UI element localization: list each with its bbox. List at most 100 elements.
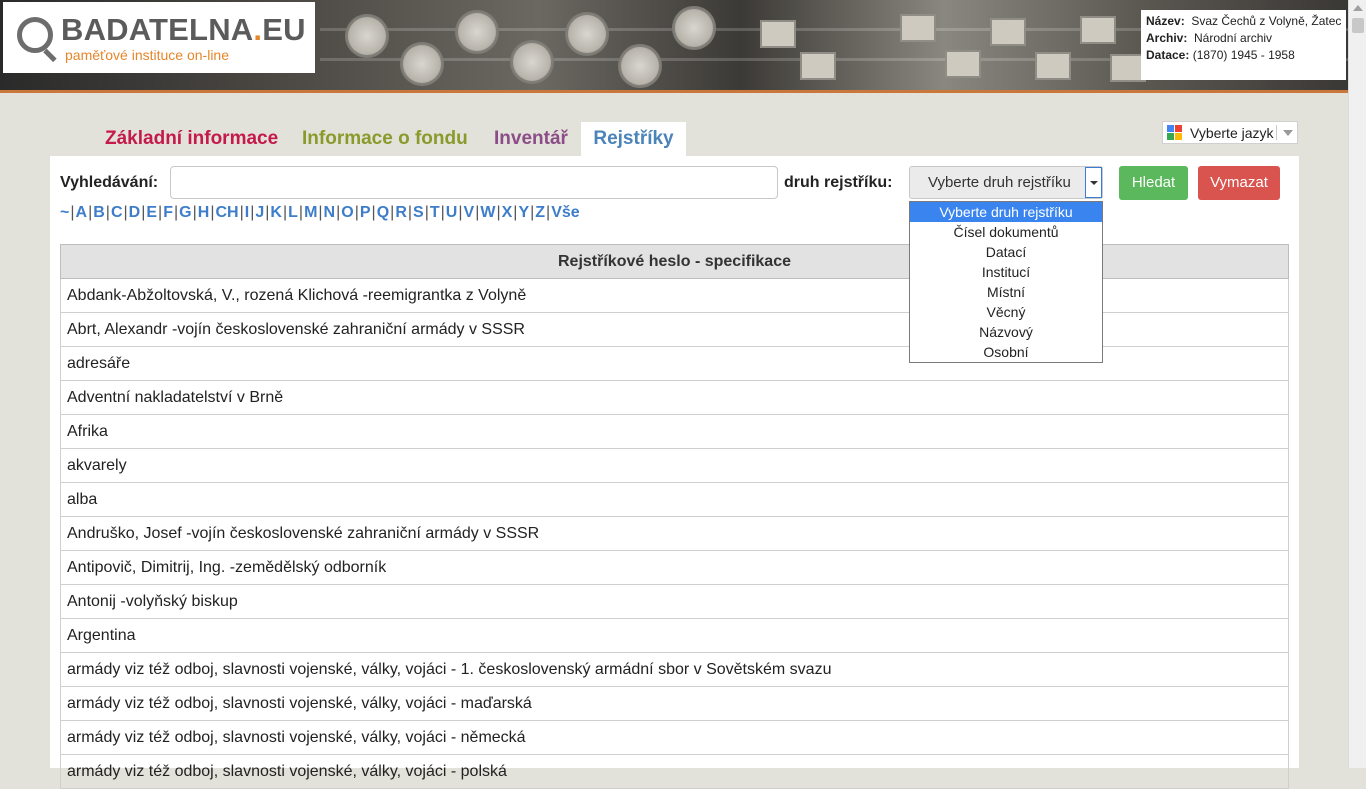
alphabet-letter[interactable]: L [288,204,298,221]
alphabet-letter[interactable]: J [255,204,264,221]
table-row[interactable]: Antipovič, Dimitrij, Ing. -zemědělský od… [60,550,1289,585]
register-type-option[interactable]: Věcný [910,302,1102,322]
register-type-option[interactable]: Čísel dokumentů [910,222,1102,242]
register-type-option[interactable]: Místní [910,282,1102,302]
table-cell: Afrika [60,414,1289,449]
alphabet-letter[interactable]: R [395,204,407,221]
alphabet-letter[interactable]: E [146,204,157,221]
table-cell: Adventní nakladatelství v Brně [60,380,1289,415]
table-cell: akvarely [60,448,1289,483]
nazev-label: Název: [1146,14,1185,28]
alphabet-letter[interactable]: D [129,204,141,221]
table-row[interactable]: Afrika [60,414,1289,449]
table-row[interactable]: Argentina [60,618,1289,653]
search-button[interactable]: Hledat [1119,166,1188,200]
alphabet-letter[interactable]: ~ [60,204,69,221]
logo-tagline: paměťové instituce on-line [65,47,230,63]
clear-button[interactable]: Vymazat [1198,166,1280,200]
register-type-dropdown[interactable]: Vyberte druh rejstříku Čísel dokumentů D… [909,201,1103,363]
tab-rejstriky[interactable]: Rejstříky [581,122,686,156]
table-row[interactable]: Abrt, Alexandr -vojín československé zah… [60,312,1289,347]
alphabet-letter[interactable]: T [430,204,440,221]
table-cell: armády viz též odboj, slavnosti vojenské… [60,754,1289,789]
table-row[interactable]: Antonij -volyňský biskup [60,584,1289,619]
magnifier-icon [17,17,53,53]
logo-name: BADATELNA.EU [61,12,306,47]
table-cell: armády viz též odboj, slavnosti vojenské… [60,652,1289,687]
table-cell: Abdank-Abžoltovská, V., rozená Klichová … [60,278,1289,313]
register-type-label: druh rejstříku: [784,174,893,191]
table-row[interactable]: Abdank-Abžoltovská, V., rozená Klichová … [60,278,1289,313]
site-header: BADATELNA.EU paměťové instituce on-line … [0,0,1348,93]
alphabet-letter[interactable]: F [163,204,173,221]
table-row[interactable]: armády viz též odboj, slavnosti vojenské… [60,652,1289,687]
table-cell: alba [60,482,1289,517]
archiv-value: Národní archiv [1194,31,1273,45]
register-type-value: Vyberte druh rejstříku [928,174,1071,191]
table-row[interactable]: akvarely [60,448,1289,483]
alphabet-letter[interactable]: Y [518,204,529,221]
site-logo[interactable]: BADATELNA.EU paměťové instituce on-line [3,2,315,73]
table-cell: Antipovič, Dimitrij, Ing. -zemědělský od… [60,550,1289,585]
table-cell: Antonij -volyňský biskup [60,584,1289,619]
table-row[interactable]: alba [60,482,1289,517]
alphabet-letter[interactable]: S [413,204,424,221]
search-input[interactable] [170,166,778,199]
chevron-down-icon [1283,130,1293,136]
alphabet-filter: ~|A|B|C|D|E|F|G|H|CH|I|J|K|L|M|N|O|P|Q|R… [60,204,580,222]
register-type-option[interactable]: Názvový [910,322,1102,342]
alphabet-letter[interactable]: U [446,204,458,221]
alphabet-letter[interactable]: C [111,204,123,221]
alphabet-letter[interactable]: W [480,204,495,221]
alphabet-letter[interactable]: CH [215,204,238,221]
archiv-label: Archiv: [1146,31,1188,45]
language-selector[interactable]: Vyberte jazyk [1162,121,1298,144]
tab-zakladni-informace[interactable]: Základní informace [105,122,278,156]
table-cell: Abrt, Alexandr -vojín československé zah… [60,312,1289,347]
alphabet-letter[interactable]: X [502,204,513,221]
alphabet-letter[interactable]: Q [377,204,389,221]
alphabet-letter[interactable]: H [198,204,210,221]
alphabet-letter[interactable]: O [341,204,353,221]
alphabet-letter[interactable]: B [93,204,105,221]
scroll-thumb[interactable] [1352,18,1364,33]
language-label: Vyberte jazyk [1190,125,1274,141]
google-translate-icon [1167,125,1182,140]
datace-label: Datace: [1146,48,1190,62]
alphabet-letter[interactable]: N [324,204,336,221]
alphabet-letter[interactable]: K [270,204,282,221]
table-row[interactable]: armády viz též odboj, slavnosti vojenské… [60,720,1289,755]
tab-informace-o-fondu[interactable]: Informace o fondu [302,122,468,156]
scroll-up-icon[interactable] [1353,5,1363,11]
table-cell: Andruško, Josef -vojín československé za… [60,516,1289,551]
register-type-option[interactable]: Institucí [910,262,1102,282]
alphabet-letter[interactable]: M [304,204,317,221]
register-type-option[interactable]: Osobní [910,342,1102,362]
dropdown-button[interactable] [1085,167,1102,198]
table-row[interactable]: Adventní nakladatelství v Brně [60,380,1289,415]
register-type-select[interactable]: Vyberte druh rejstříku [909,166,1103,199]
table-row[interactable]: armády viz též odboj, slavnosti vojenské… [60,686,1289,721]
alphabet-letter[interactable]: V [464,204,475,221]
search-label: Vyhledávání: [60,174,159,191]
register-type-option[interactable]: Datací [910,242,1102,262]
alphabet-letter[interactable]: Vše [551,204,579,221]
table-cell: armády viz též odboj, slavnosti vojenské… [60,720,1289,755]
table-header: Rejstříkové heslo - specifikace [60,244,1289,279]
table-row[interactable]: Andruško, Josef -vojín československé za… [60,516,1289,551]
tab-inventar[interactable]: Inventář [494,122,568,156]
table-row[interactable]: armády viz též odboj, slavnosti vojenské… [60,754,1289,789]
register-table: Rejstříkové heslo - specifikace Abdank-A… [60,244,1289,789]
chevron-down-icon [1090,181,1098,185]
alphabet-letter[interactable]: Z [535,204,545,221]
register-type-option[interactable]: Vyberte druh rejstříku [910,202,1102,222]
page-scrollbar[interactable] [1348,0,1366,768]
table-row[interactable]: adresáře [60,346,1289,381]
alphabet-letter[interactable]: G [179,204,191,221]
table-cell: adresáře [60,346,1289,381]
alphabet-letter[interactable]: A [76,204,88,221]
fond-info-box: Název: Svaz Čechů z Volyně, Žatec Archiv… [1141,10,1346,80]
table-cell: Argentina [60,618,1289,653]
nazev-value: Svaz Čechů z Volyně, Žatec [1191,14,1342,28]
alphabet-letter[interactable]: P [360,204,371,221]
